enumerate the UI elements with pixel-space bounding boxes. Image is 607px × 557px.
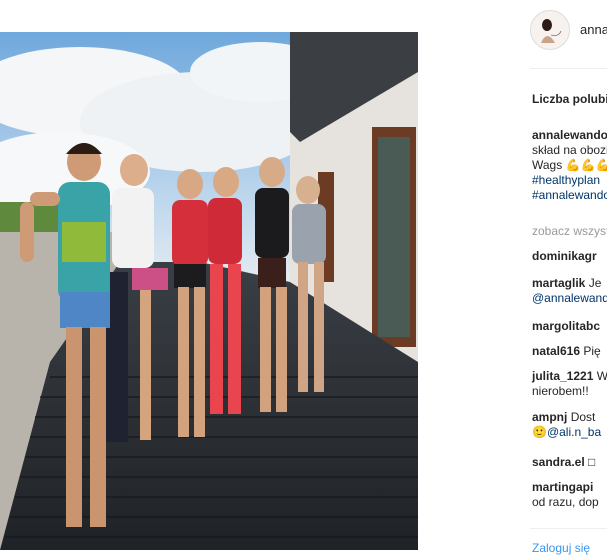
caption-text-line1: skład na obozie [532, 143, 607, 157]
caption-username[interactable]: annalewandowska [532, 128, 607, 143]
comment: dominikagr [532, 249, 607, 264]
comment-text: □ [588, 455, 596, 469]
caption-text-line2: Wags 💪💪💪 [532, 158, 607, 172]
comment: sandra.el □ [532, 455, 607, 470]
avatar[interactable] [530, 10, 570, 50]
comment-mention[interactable]: @annalewandowska [532, 291, 607, 306]
comment-username[interactable]: julita_1221 [532, 369, 593, 383]
post-caption: annalewandowska skład na obozie Wags 💪💪💪… [532, 128, 607, 203]
comment-text-line2: nierobem!! [532, 384, 589, 398]
hashtag-link[interactable]: #annalewandowska [532, 188, 607, 203]
divider [530, 68, 607, 69]
hashtag-link[interactable]: #healthyplan [532, 173, 607, 188]
comment-username[interactable]: natal616 [532, 344, 580, 358]
divider [530, 528, 607, 529]
comment-username[interactable]: dominikagr [532, 249, 597, 263]
post-photo[interactable] [0, 32, 418, 550]
comment-username[interactable]: margolitabc [532, 319, 600, 333]
comment-text: Pię [583, 344, 601, 358]
post-image [0, 32, 418, 550]
comment: margolitabc [532, 319, 607, 334]
comment-username[interactable]: martaglik [532, 276, 585, 290]
comment-username[interactable]: martingapi [532, 480, 593, 494]
comment-text: Dost [570, 410, 596, 424]
comment-username[interactable]: ampnj [532, 410, 567, 424]
comment: ampnj Dost 🙂@ali.n_ba [532, 410, 607, 440]
login-link[interactable]: Zaloguj się [532, 541, 590, 555]
view-all-comments-link[interactable]: zobacz wszystkie komentarze [532, 224, 607, 238]
comment: martaglik Je @annalewandowska [532, 276, 607, 306]
comment: julita_1221 Wow nierobem!! [532, 369, 607, 399]
comments-fade [516, 505, 607, 527]
avatar-image [531, 11, 569, 49]
comment-text: Wow [596, 369, 607, 383]
comment-mention[interactable]: 🙂@ali.n_ba [532, 425, 607, 440]
comment-text: Je [588, 276, 602, 290]
comment-username[interactable]: sandra.el [532, 455, 585, 469]
likes-count[interactable]: Liczba polubień [532, 92, 607, 106]
post-side-panel: annalewandowska Liczba polubień annalewa… [516, 0, 607, 557]
comment: natal616 Pię [532, 344, 607, 359]
post-header: annalewandowska [530, 10, 607, 50]
post-username[interactable]: annalewandowska [580, 22, 607, 37]
